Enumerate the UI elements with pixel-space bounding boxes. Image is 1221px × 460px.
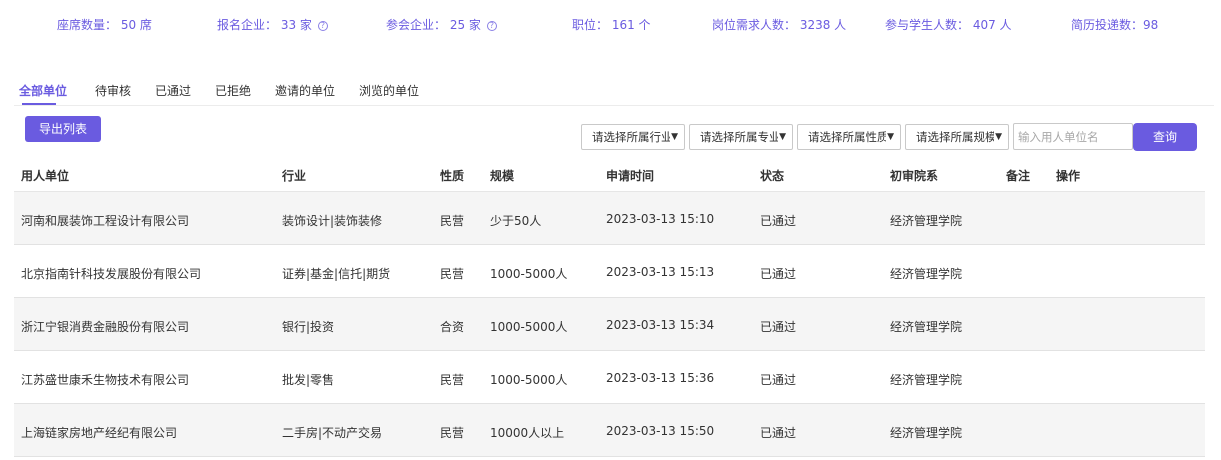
header-actions: 操作 <box>1056 169 1081 183</box>
scale-select[interactable]: 请选择所属规模 ▼ <box>905 124 1009 150</box>
cell-apply-time: 2023-03-13 15:13 <box>606 265 715 279</box>
tab-rejected[interactable]: 已拒绝 <box>215 82 251 99</box>
cell-department: 经济管理学院 <box>890 214 963 228</box>
cell-industry: 证券|基金|信托|期货 <box>282 267 391 281</box>
chevron-down-icon: ▼ <box>779 132 786 142</box>
cell-company: 浙江宁银消费金融股份有限公司 <box>21 320 190 334</box>
header-department: 初审院系 <box>890 169 939 183</box>
cell-status: 已通过 <box>760 320 797 334</box>
cell-apply-time: 2023-03-13 15:36 <box>606 371 715 385</box>
scale-select-value: 请选择所属规模 <box>916 130 994 144</box>
stats-bar: 座席数量： 50 席 报名企业： 33 家? 参会企业： 25 家? 职位： 1… <box>0 0 1221 46</box>
cell-nature: 民营 <box>440 426 465 440</box>
tab-invited[interactable]: 邀请的单位 <box>275 82 335 99</box>
cell-nature: 合资 <box>440 320 465 334</box>
chevron-down-icon: ▼ <box>671 132 678 142</box>
cell-company: 上海链家房地产经纪有限公司 <box>21 426 178 440</box>
stat-demand: 岗位需求人数： 3238 人 <box>712 18 847 32</box>
table-row: 浙江宁银消费金融股份有限公司 银行|投资 合资 1000-5000人 2023-… <box>14 298 1205 351</box>
stat-students: 参与学生人数： 407 人 <box>885 18 1012 32</box>
cell-apply-time: 2023-03-13 15:34 <box>606 318 715 332</box>
nature-select-value: 请选择所属性质 <box>808 130 886 144</box>
cell-industry: 二手房|不动产交易 <box>282 426 383 440</box>
cell-industry: 银行|投资 <box>282 320 335 334</box>
chevron-down-icon: ▼ <box>887 132 894 142</box>
tab-browsed[interactable]: 浏览的单位 <box>359 82 419 99</box>
cell-department: 经济管理学院 <box>890 373 963 387</box>
cell-nature: 民营 <box>440 373 465 387</box>
help-icon[interactable]: ? <box>486 21 497 31</box>
cell-industry: 装饰设计|装饰装修 <box>282 214 383 228</box>
major-select-value: 请选择所属专业 <box>700 130 778 144</box>
cell-industry: 批发|零售 <box>282 373 335 387</box>
stat-positions: 职位： 161 个 <box>572 18 651 32</box>
header-company: 用人单位 <box>21 169 70 183</box>
tab-approved[interactable]: 已通过 <box>155 82 191 99</box>
help-icon[interactable]: ? <box>317 21 328 31</box>
table-row: 上海链家房地产经纪有限公司 二手房|不动产交易 民营 10000人以上 2023… <box>14 404 1205 457</box>
cell-scale: 少于50人 <box>490 214 542 228</box>
header-apply-time: 申请时间 <box>606 169 655 183</box>
header-scale: 规模 <box>490 169 515 183</box>
active-tab-indicator <box>22 103 56 105</box>
cell-scale: 1000-5000人 <box>490 373 568 387</box>
header-nature: 性质 <box>440 169 465 183</box>
tab-all[interactable]: 全部单位 <box>19 82 67 99</box>
table-row: 北京指南针科技发展股份有限公司 证券|基金|信托|期货 民营 1000-5000… <box>14 245 1205 298</box>
table-row: 江苏盛世康禾生物技术有限公司 批发|零售 民营 1000-5000人 2023-… <box>14 351 1205 404</box>
chevron-down-icon: ▼ <box>995 132 1002 142</box>
cell-status: 已通过 <box>760 373 797 387</box>
major-select[interactable]: 请选择所属专业 ▼ <box>689 124 793 150</box>
stat-resumes: 简历投递数：98 <box>1071 18 1159 32</box>
cell-apply-time: 2023-03-13 15:10 <box>606 212 715 226</box>
table-header: 用人单位 行业 性质 规模 申请时间 状态 初审院系 备注 操作 <box>14 155 1205 192</box>
industry-select-value: 请选择所属行业 <box>592 130 670 144</box>
cell-scale: 1000-5000人 <box>490 320 568 334</box>
cell-department: 经济管理学院 <box>890 426 963 440</box>
cell-scale: 1000-5000人 <box>490 267 568 281</box>
header-status: 状态 <box>760 169 785 183</box>
cell-nature: 民营 <box>440 214 465 228</box>
cell-status: 已通过 <box>760 426 797 440</box>
cell-apply-time: 2023-03-13 15:50 <box>606 424 715 438</box>
cell-company: 河南和展装饰工程设计有限公司 <box>21 214 190 228</box>
industry-select[interactable]: 请选择所属行业 ▼ <box>581 124 685 150</box>
nature-select[interactable]: 请选择所属性质 ▼ <box>797 124 901 150</box>
cell-company: 江苏盛世康禾生物技术有限公司 <box>21 373 190 387</box>
tab-pending[interactable]: 待审核 <box>95 82 131 99</box>
stat-attending: 参会企业： 25 家? <box>386 16 497 33</box>
query-button[interactable]: 查询 <box>1133 123 1197 151</box>
export-list-button[interactable]: 导出列表 <box>25 116 101 142</box>
cell-department: 经济管理学院 <box>890 320 963 334</box>
cell-company: 北京指南针科技发展股份有限公司 <box>21 267 202 281</box>
cell-nature: 民营 <box>440 267 465 281</box>
table-row: 河南和展装饰工程设计有限公司 装饰设计|装饰装修 民营 少于50人 2023-0… <box>14 192 1205 245</box>
cell-status: 已通过 <box>760 267 797 281</box>
stat-seats: 座席数量： 50 席 <box>57 18 152 32</box>
header-industry: 行业 <box>282 169 307 183</box>
tab-bar: 全部单位 待审核 已通过 已拒绝 邀请的单位 浏览的单位 <box>14 82 1214 106</box>
company-search-input[interactable] <box>1013 123 1133 150</box>
cell-department: 经济管理学院 <box>890 267 963 281</box>
cell-scale: 10000人以上 <box>490 426 565 440</box>
header-remark: 备注 <box>1006 169 1031 183</box>
cell-status: 已通过 <box>760 214 797 228</box>
stat-registered: 报名企业： 33 家? <box>217 16 328 33</box>
